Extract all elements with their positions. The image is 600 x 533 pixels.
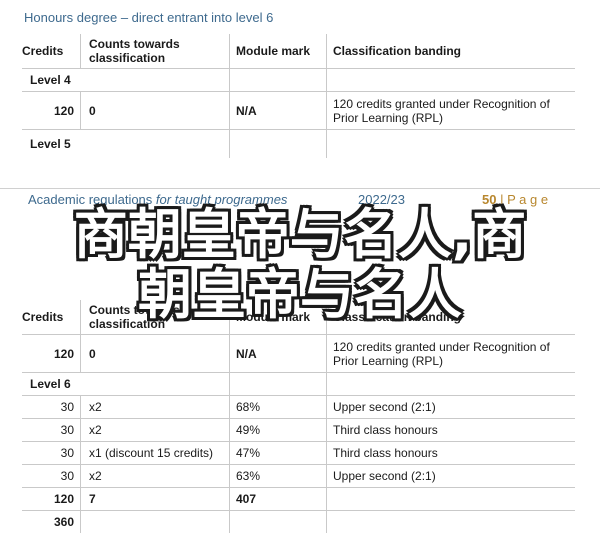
table-cell: 7: [81, 488, 230, 511]
overlay-text-line-1: 商朝皇帝与名人,商: [0, 208, 600, 262]
table-cell: N/A: [230, 335, 327, 373]
table-cell: 407: [230, 488, 327, 511]
table-cell: 30: [22, 442, 81, 465]
table-cell: 120: [22, 335, 81, 373]
classification-table-top: Credits Counts towards classification Mo…: [22, 34, 575, 158]
table-cell: x2: [81, 465, 230, 488]
table-cell: Third class honours: [327, 442, 576, 465]
table-row-grand-total: 360: [22, 511, 575, 533]
level-6-label: Level 6: [22, 373, 230, 396]
table-cell: Upper second (2:1): [327, 465, 576, 488]
table-cell: 47%: [230, 442, 327, 465]
col-header-mark: Module mark: [230, 34, 327, 69]
level-5-label: Level 5: [22, 130, 230, 158]
table-cell: 49%: [230, 419, 327, 442]
level-4-label: Level 4: [22, 69, 230, 92]
table-cell: x2: [81, 396, 230, 419]
table-cell: 68%: [230, 396, 327, 419]
col-header-credits: Credits: [22, 34, 81, 69]
table-cell: Upper second (2:1): [327, 396, 576, 419]
table-cell: 120: [22, 488, 81, 511]
table-cell: 30: [22, 419, 81, 442]
table-row: 30 x1 (discount 15 credits) 47% Third cl…: [22, 442, 575, 465]
col-header-classification: Classification banding: [327, 34, 576, 69]
table-cell: 30: [22, 465, 81, 488]
table-cell: 120 credits granted under Recognition of…: [327, 92, 576, 130]
table-cell: 0: [81, 335, 230, 373]
table-row: 30 x2 63% Upper second (2:1): [22, 465, 575, 488]
classification-table-bottom: Credits Counts towards classification Mo…: [22, 300, 575, 533]
table-cell: 63%: [230, 465, 327, 488]
table-row: 30 x2 49% Third class honours: [22, 419, 575, 442]
table-row: 30 x2 68% Upper second (2:1): [22, 396, 575, 419]
table-cell: 30: [22, 396, 81, 419]
table-cell: 360: [22, 511, 81, 533]
table-cell: x2: [81, 419, 230, 442]
table-title: Honours degree – direct entrant into lev…: [24, 10, 273, 25]
table-cell: Third class honours: [327, 419, 576, 442]
overlay-text-line-2: 朝皇帝与名人: [0, 268, 600, 322]
table-row-total: 120 7 407: [22, 488, 575, 511]
col-header-counts: Counts towards classification: [81, 34, 230, 69]
table-cell: 0: [81, 92, 230, 130]
table-cell: 120: [22, 92, 81, 130]
table-cell: 120 credits granted under Recognition of…: [327, 335, 576, 373]
table-cell: x1 (discount 15 credits): [81, 442, 230, 465]
table-cell: N/A: [230, 92, 327, 130]
